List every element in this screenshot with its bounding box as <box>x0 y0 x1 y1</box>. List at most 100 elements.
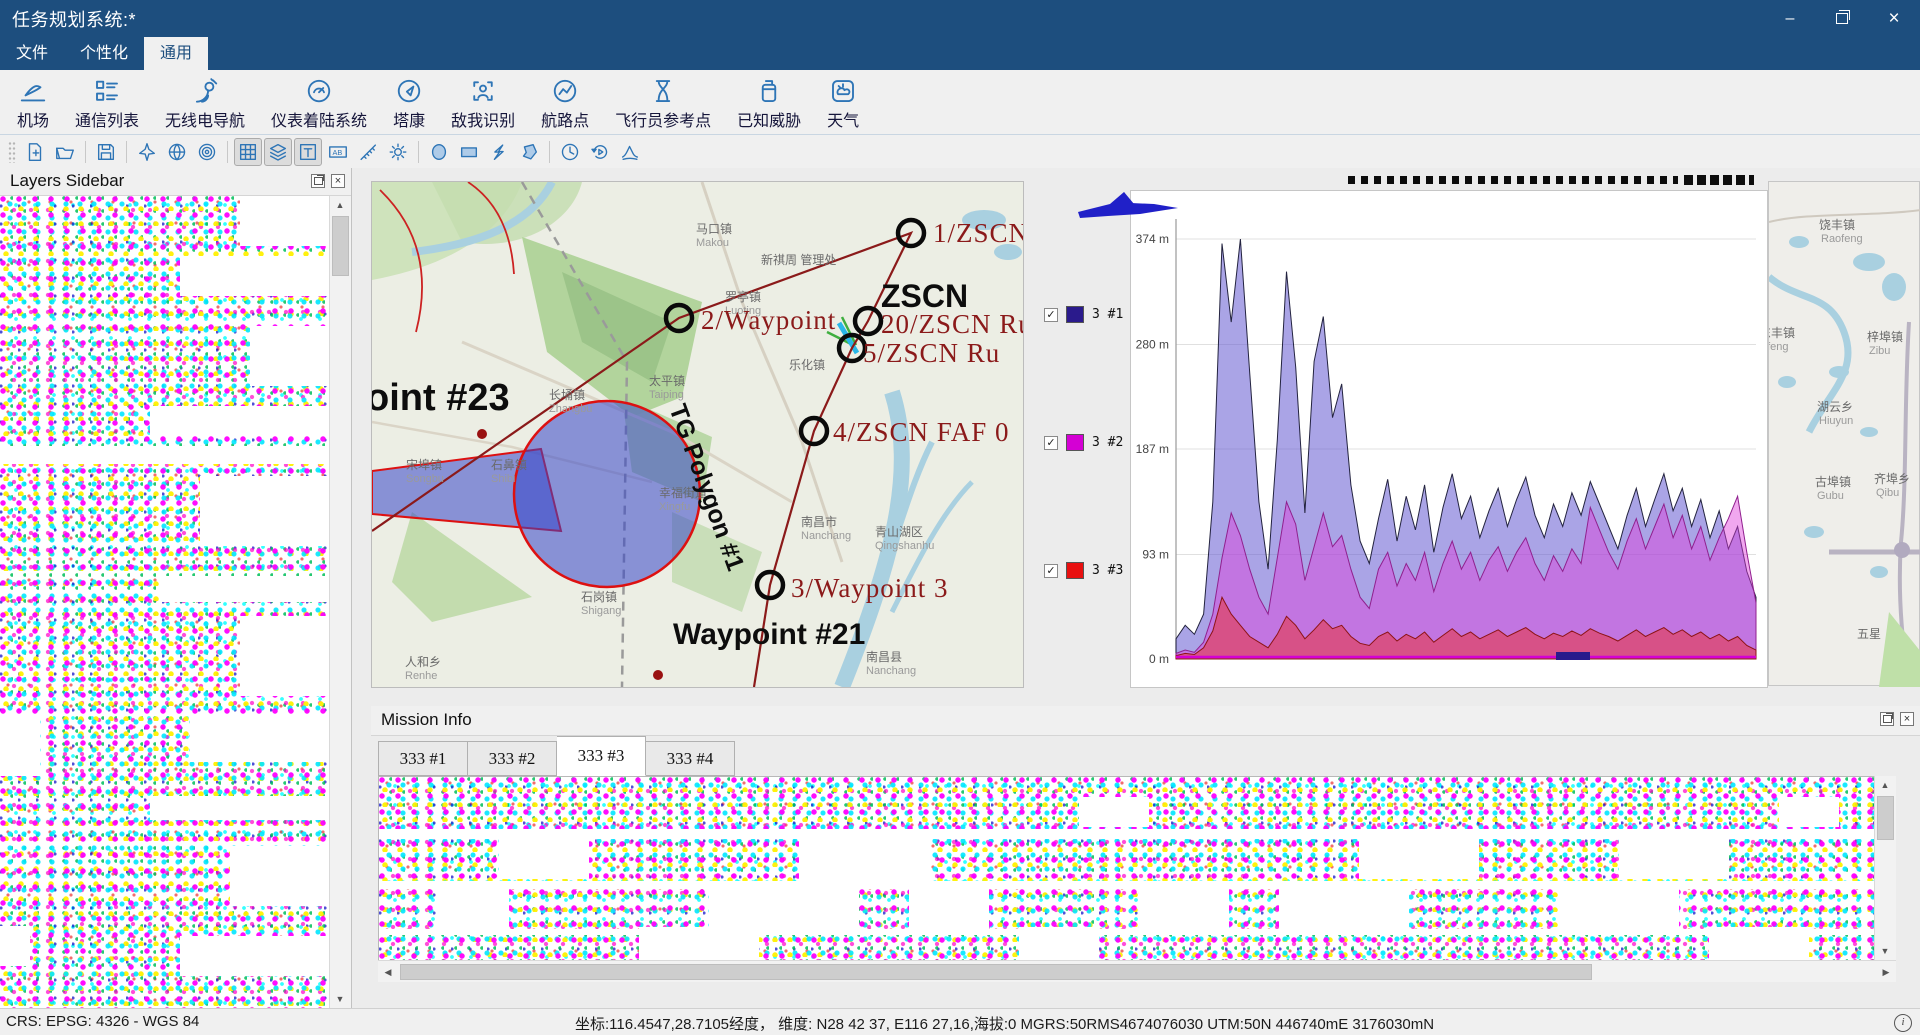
mission-close-button[interactable]: × <box>1900 712 1914 726</box>
toolbar-button-replay-icon[interactable] <box>586 138 614 166</box>
legend-swatch <box>1066 306 1084 323</box>
mission-info-title: Mission Info <box>381 710 472 730</box>
legend-item-1: ✓3 #1 <box>1044 306 1123 323</box>
legend-checkbox[interactable]: ✓ <box>1044 564 1058 578</box>
chart-header-garbled <box>1348 176 1678 184</box>
mission-scroll-down[interactable]: ▼ <box>1875 942 1895 960</box>
sidebar-float-button[interactable] <box>311 174 325 188</box>
toolbar-button-label-ab-icon[interactable]: AB <box>324 138 352 166</box>
layers-icon <box>267 141 289 163</box>
sidebar-scroll-down[interactable]: ▼ <box>330 990 350 1008</box>
mission-tab-4[interactable]: 333 #4 <box>646 741 735 776</box>
ribbon-button-飞行员参考点[interactable]: 飞行员参考点 <box>602 70 724 131</box>
svg-text:ZSCN: ZSCN <box>881 278 968 314</box>
legend-checkbox[interactable]: ✓ <box>1044 436 1058 450</box>
mission-vscrollbar[interactable]: ▲ ▼ <box>1874 776 1896 960</box>
ribbon-button-敌我识别[interactable]: 敌我识别 <box>438 70 528 131</box>
ribbon-button-仪表着陆系统[interactable]: 仪表着陆系统 <box>258 70 380 131</box>
sidebar-scroll-up[interactable]: ▲ <box>330 196 350 214</box>
svg-text:Shigang: Shigang <box>581 605 621 617</box>
toolbar-button-save-icon[interactable] <box>92 138 120 166</box>
sidebar-close-button[interactable]: × <box>331 174 345 188</box>
svg-text:罗亭镇: 罗亭镇 <box>725 289 761 304</box>
status-bar: CRS: EPSG: 4326 - WGS 84 坐标:116.4547,28.… <box>0 1008 1920 1035</box>
clock-icon <box>559 141 581 163</box>
toolbar-button-layers-icon[interactable] <box>264 138 292 166</box>
toolbar-button-new-file-icon[interactable] <box>21 138 49 166</box>
toolbar-button-ellipse-icon[interactable] <box>425 138 453 166</box>
sidebar-scrollbar[interactable]: ▲ ▼ <box>329 196 351 1008</box>
layers-tree-content[interactable] <box>0 196 328 1008</box>
overview-map[interactable]: 饶丰镇Raofeng东丰镇efeng梓埠镇Zibu湖云乡Hiuyun古埠镇Gub… <box>1768 181 1920 686</box>
ribbon-label: 航路点 <box>541 107 589 131</box>
toolbar-button-polygon-icon[interactable] <box>515 138 543 166</box>
toolbar-button-open-folder-icon[interactable] <box>51 138 79 166</box>
toolbar-button-clock-icon[interactable] <box>556 138 584 166</box>
window-title: 任务规划系统:* <box>12 6 136 32</box>
svg-text:石岗镇: 石岗镇 <box>581 590 617 604</box>
mission-tab-2[interactable]: 333 #2 <box>468 741 557 776</box>
ribbon-button-无线电导航[interactable]: 无线电导航 <box>152 70 258 131</box>
menu-tab-文件[interactable]: 文件 <box>0 37 64 70</box>
toolbar-button-jet-icon[interactable] <box>133 138 161 166</box>
legend-swatch <box>1066 434 1084 451</box>
svg-text:五星: 五星 <box>1857 627 1881 641</box>
svg-text:梓埠镇: 梓埠镇 <box>1867 329 1903 344</box>
ribbon-label: 飞行员参考点 <box>615 107 711 131</box>
ellipse-icon <box>428 141 450 163</box>
coordinates-label: 坐标:116.4547,28.7105经度， 维度: N28 42 37, E1… <box>575 1013 1434 1034</box>
sidebar-scroll-thumb[interactable] <box>332 216 349 276</box>
title-bar[interactable]: 任务规划系统:* – × <box>0 0 1920 37</box>
svg-text:长埇镇: 长埇镇 <box>549 388 585 402</box>
toolbar-button-terrain-icon[interactable] <box>616 138 644 166</box>
svg-text:乐化镇: 乐化镇 <box>789 358 825 372</box>
mission-tab-1[interactable]: 333 #1 <box>378 741 468 776</box>
toolbar-drag-handle[interactable] <box>8 141 16 163</box>
mission-vscroll-thumb[interactable] <box>1877 796 1894 840</box>
mission-tab-3[interactable]: 333 #3 <box>557 736 646 776</box>
svg-text:Zhangbu: Zhangbu <box>549 403 592 415</box>
ribbon: 机场通信列表无线电导航仪表着陆系统塔康敌我识别航路点 飞行员参考点已知威胁天气 <box>0 70 1920 135</box>
toolbar-button-grid-icon[interactable] <box>234 138 262 166</box>
toolbar-button-target-icon[interactable] <box>193 138 221 166</box>
window-controls: – × <box>1764 0 1920 37</box>
toolbar-button-rectangle-icon[interactable] <box>455 138 483 166</box>
y-axis-tick: 280 m <box>1136 338 1169 352</box>
toolbar-button-text-icon[interactable] <box>294 138 322 166</box>
mission-scroll-right[interactable]: ▶ <box>1876 963 1896 981</box>
ribbon-button-通信列表[interactable]: 通信列表 <box>62 70 152 131</box>
ribbon-button-塔康[interactable]: 塔康 <box>380 70 438 131</box>
restore-button[interactable] <box>1816 0 1868 37</box>
open-folder-icon <box>54 141 76 163</box>
chart-header-buttons[interactable] <box>1684 175 1754 185</box>
mission-hscrollbar[interactable]: ◀ ▶ <box>378 960 1896 982</box>
rectangle-icon <box>458 141 480 163</box>
mission-hscroll-thumb[interactable] <box>400 964 1592 980</box>
mission-scroll-up[interactable]: ▲ <box>1875 776 1895 794</box>
mission-table[interactable] <box>378 776 1875 962</box>
minimize-button[interactable]: – <box>1764 0 1816 37</box>
ribbon-button-天气[interactable]: 天气 <box>814 70 872 131</box>
close-button[interactable]: × <box>1868 0 1920 37</box>
ribbon-button-已知威胁[interactable]: 已知威胁 <box>724 70 814 131</box>
menu-tab-个性化[interactable]: 个性化 <box>64 37 144 70</box>
toolbar-button-globe-icon[interactable] <box>163 138 191 166</box>
map-view[interactable]: 马口镇Makou新祺周 管理处罗亭镇Luoting乐化镇太平镇Taiping长埇… <box>371 181 1024 688</box>
mission-info-header: Mission Info × <box>371 706 1920 736</box>
ribbon-button-航路点[interactable]: 航路点 <box>528 70 602 131</box>
menu-tab-通用[interactable]: 通用 <box>144 37 208 70</box>
svg-text:古埠镇: 古埠镇 <box>1815 474 1851 489</box>
mission-scroll-left[interactable]: ◀ <box>378 963 398 981</box>
info-icon[interactable]: i <box>1894 1014 1912 1032</box>
svg-text:石鼻镇: 石鼻镇 <box>491 457 527 472</box>
legend-checkbox[interactable]: ✓ <box>1044 308 1058 322</box>
mission-float-button[interactable] <box>1880 712 1894 726</box>
toolbar-button-measure-icon[interactable] <box>354 138 382 166</box>
ribbon-button-机场[interactable]: 机场 <box>4 70 62 131</box>
svg-text:南昌市: 南昌市 <box>801 514 837 529</box>
tacan-icon <box>394 76 424 106</box>
svg-text:东丰镇: 东丰镇 <box>1769 326 1795 340</box>
toolbar-button-polyline-icon[interactable] <box>485 138 513 166</box>
legend-item-3: ✓3 #3 <box>1044 562 1123 579</box>
toolbar-button-settings-icon[interactable] <box>384 138 412 166</box>
